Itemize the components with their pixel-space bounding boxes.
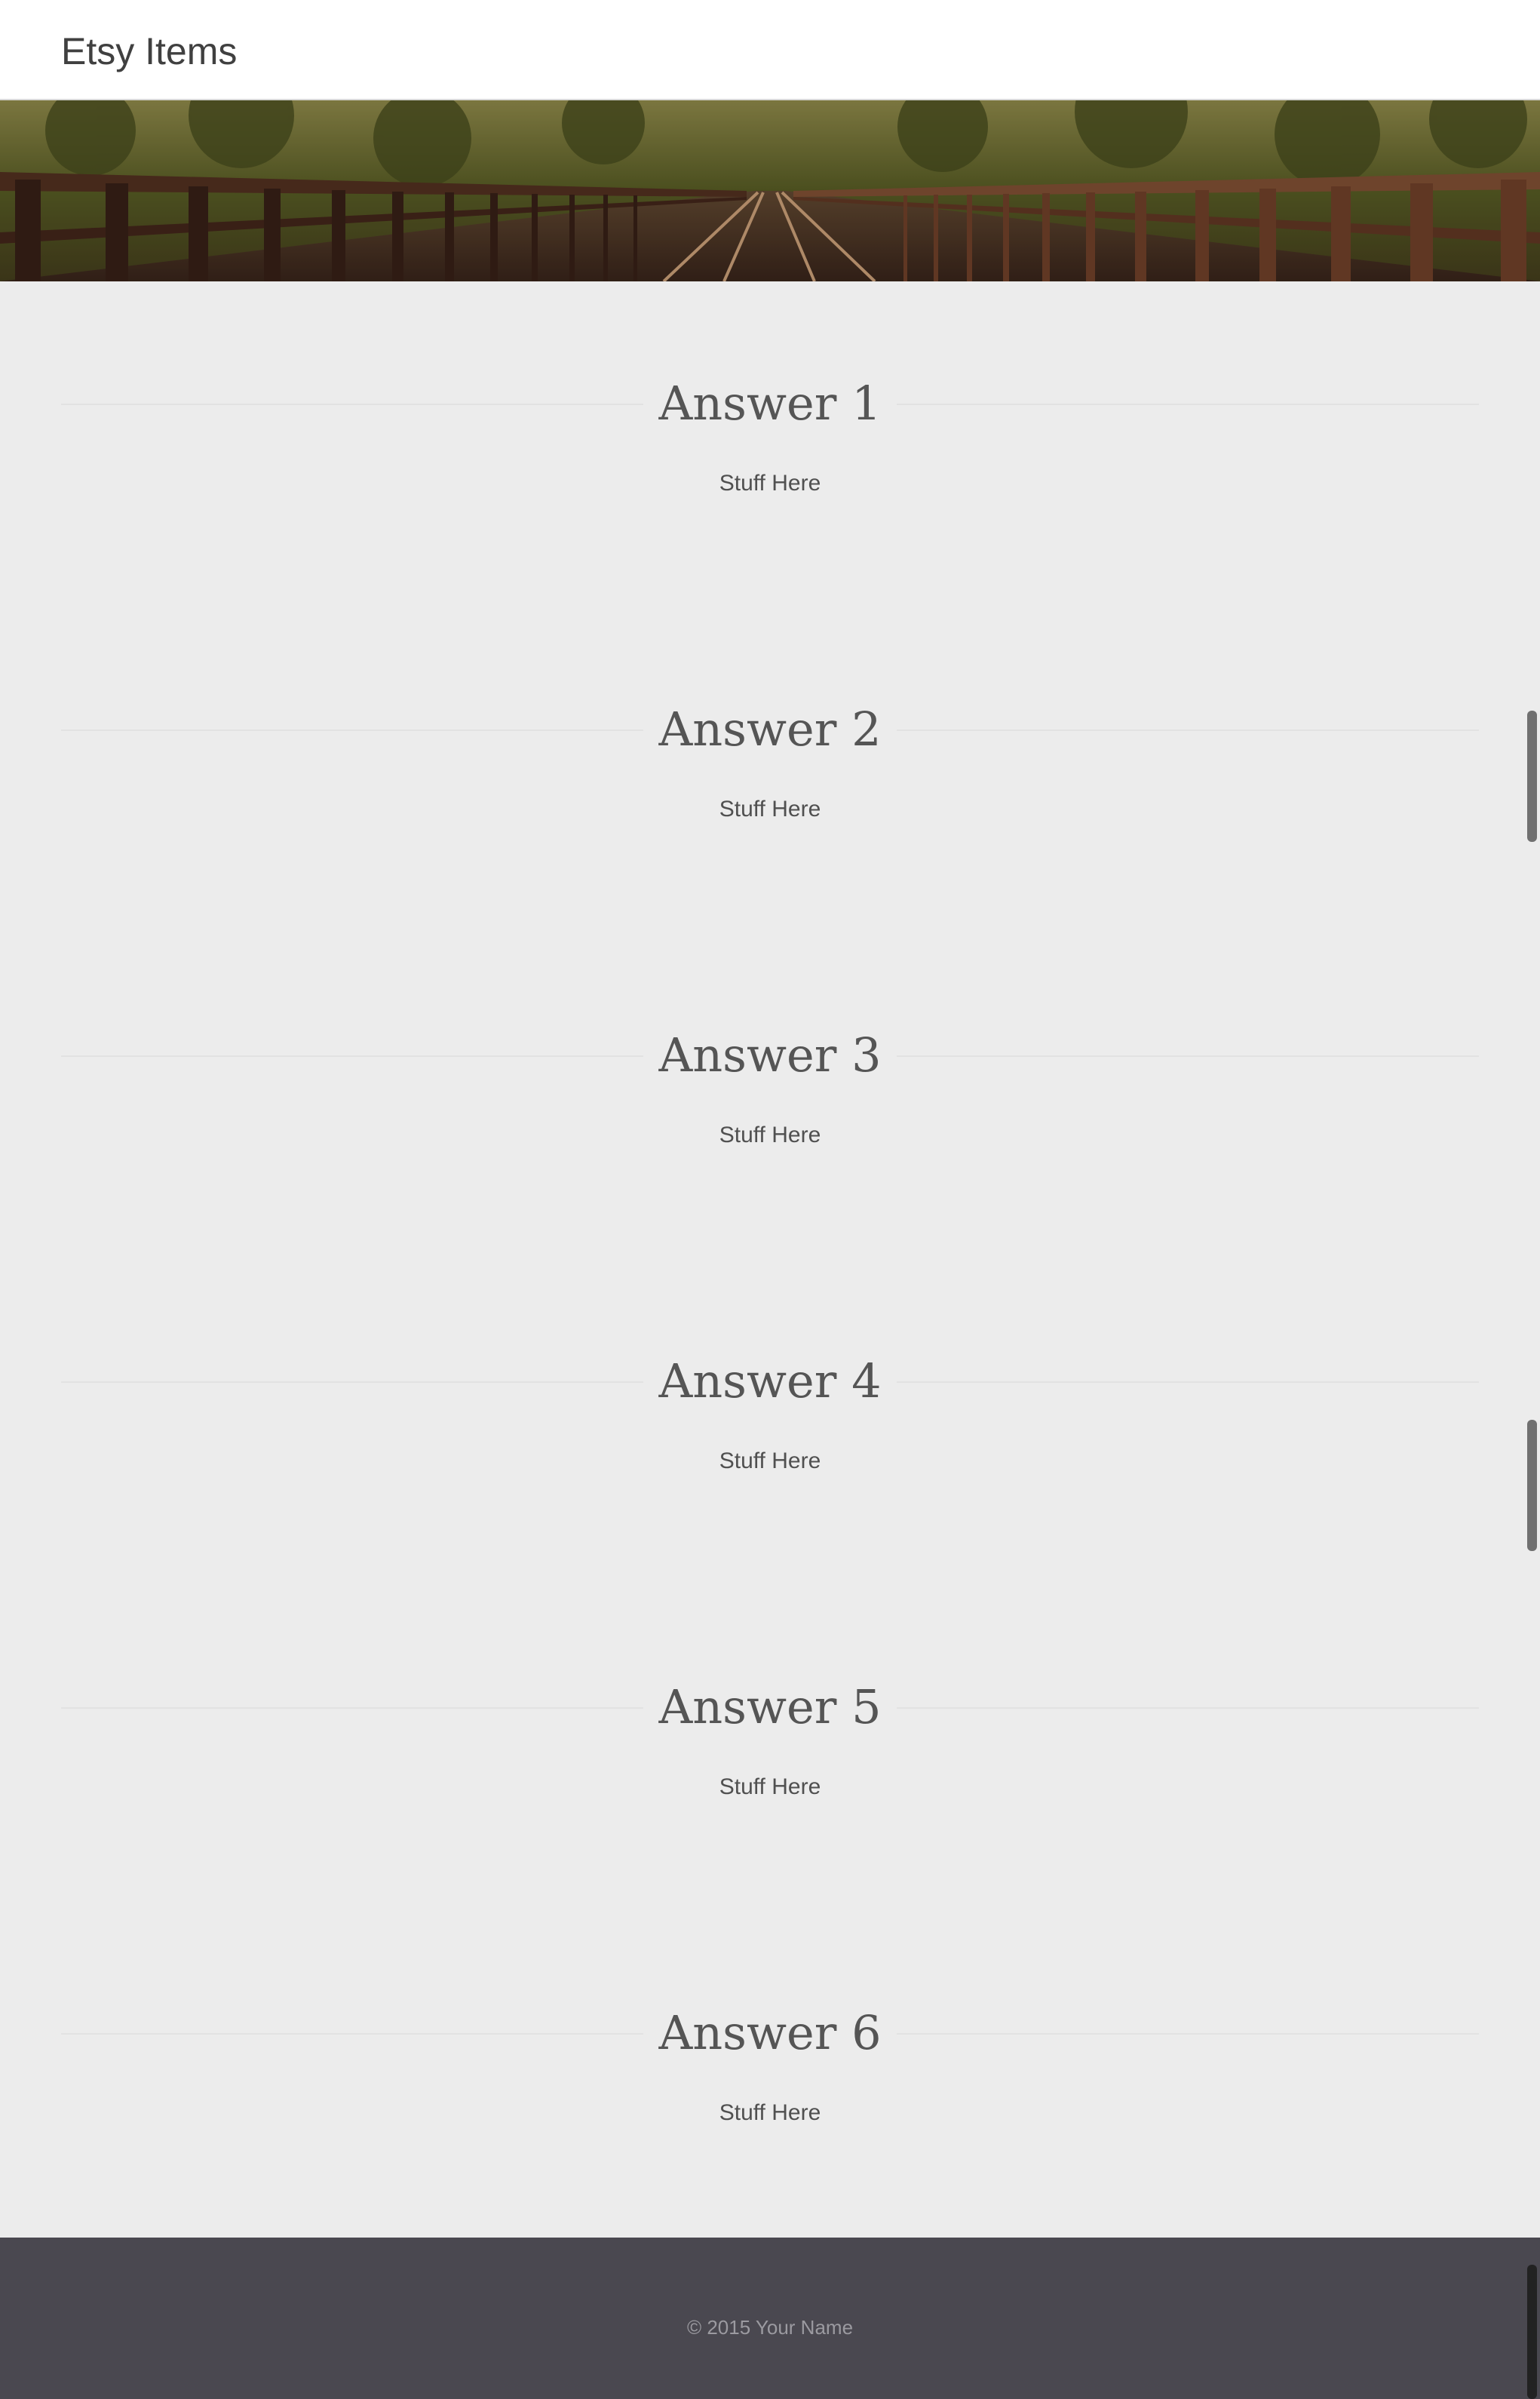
scrollbar-thumb[interactable] bbox=[1527, 1420, 1537, 1551]
answer-section-5: Answer 5 Stuff Here bbox=[0, 1585, 1540, 1811]
answer-heading: Answer 6 bbox=[0, 1995, 1540, 2071]
answer-section-4: Answer 4 Stuff Here bbox=[0, 1259, 1540, 1485]
answer-body: Stuff Here bbox=[719, 797, 821, 822]
answer-body: Stuff Here bbox=[719, 1774, 821, 1799]
answer-body: Stuff Here bbox=[719, 1448, 821, 1473]
answer-section-3: Answer 3 Stuff Here bbox=[0, 933, 1540, 1160]
hero-image bbox=[0, 100, 1540, 281]
answer-heading: Answer 4 bbox=[0, 1344, 1540, 1419]
answer-section-1: Answer 1 Stuff Here bbox=[0, 281, 1540, 508]
navbar: Etsy Items bbox=[0, 0, 1540, 100]
copyright-text: © 2015 Your Name bbox=[686, 2316, 854, 2339]
brand-link[interactable]: Etsy Items bbox=[61, 27, 237, 75]
answer-heading: Answer 3 bbox=[0, 1018, 1540, 1093]
answer-body: Stuff Here bbox=[719, 2100, 821, 2125]
scrollbar-thumb[interactable] bbox=[1527, 2265, 1537, 2399]
answer-heading: Answer 5 bbox=[0, 1669, 1540, 1745]
answer-section-6: Answer 6 Stuff Here bbox=[0, 1911, 1540, 2137]
answer-section-2: Answer 2 Stuff Here bbox=[0, 607, 1540, 834]
answer-body: Stuff Here bbox=[719, 471, 821, 496]
railway-bridge-image bbox=[0, 100, 1540, 281]
answer-heading: Answer 1 bbox=[0, 366, 1540, 441]
footer: © 2015 Your Name bbox=[0, 2238, 1540, 2399]
answer-body: Stuff Here bbox=[719, 1123, 821, 1147]
answer-heading: Answer 2 bbox=[0, 692, 1540, 767]
scrollbar-thumb[interactable] bbox=[1527, 711, 1537, 842]
